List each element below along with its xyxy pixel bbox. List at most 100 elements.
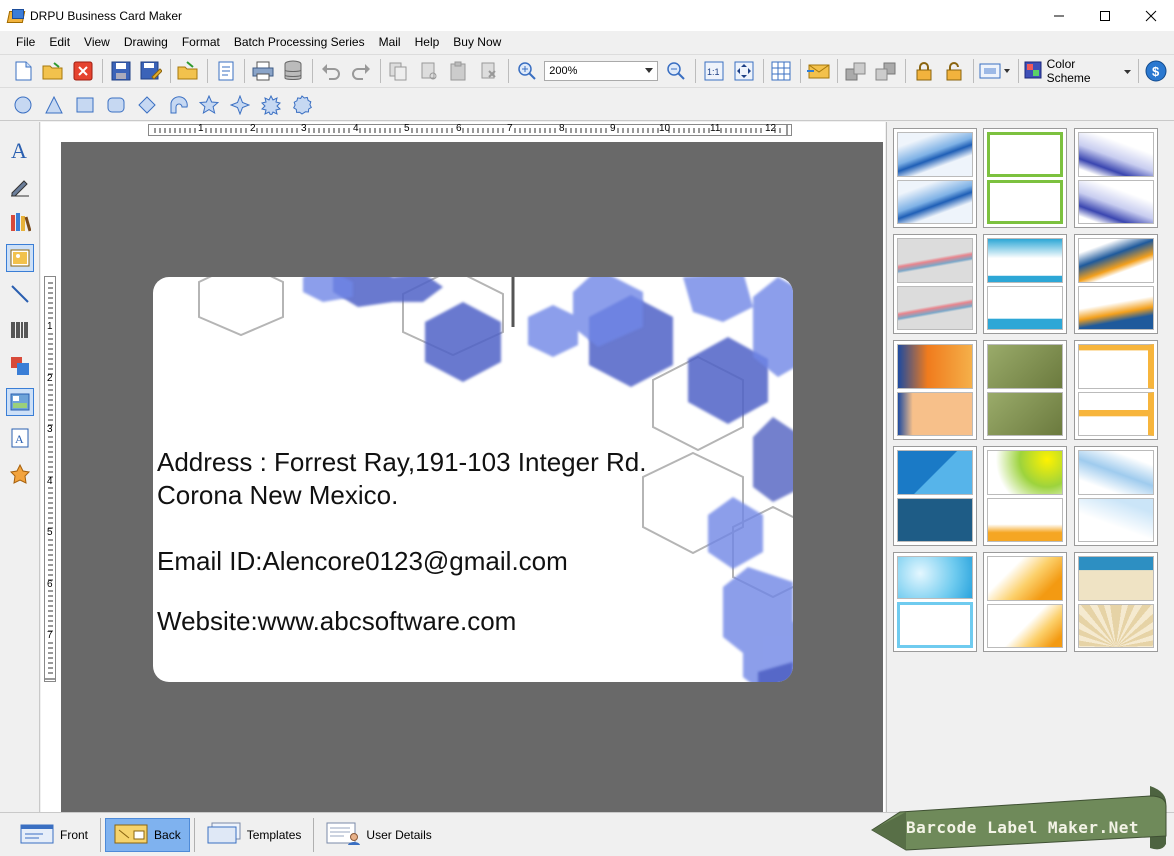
new-file-icon[interactable] [10, 58, 35, 84]
background-tool-icon[interactable] [5, 388, 34, 416]
burst-shape-icon[interactable] [258, 92, 284, 118]
mail-icon[interactable] [806, 58, 831, 84]
template-thumbnail[interactable] [1074, 552, 1158, 652]
send-backward-icon[interactable] [874, 58, 899, 84]
unlock-icon[interactable] [941, 58, 966, 84]
dollar-coin-icon[interactable]: $ [1144, 58, 1169, 84]
shapes-tool-icon[interactable] [6, 352, 34, 380]
paste-icon[interactable] [446, 58, 471, 84]
ruler-label: 7 [47, 630, 53, 641]
toolbar-separator [507, 59, 509, 83]
copy-icon[interactable] [386, 58, 411, 84]
template-thumbnail[interactable] [893, 446, 977, 546]
database-icon[interactable] [281, 58, 306, 84]
four-point-star-icon[interactable] [227, 92, 253, 118]
template-thumbnail[interactable] [893, 340, 977, 440]
menu-mail[interactable]: Mail [372, 35, 408, 49]
toolbar-separator [169, 59, 171, 83]
properties-icon[interactable] [213, 58, 238, 84]
lock-icon[interactable] [911, 58, 936, 84]
save-as-icon[interactable] [138, 58, 163, 84]
menu-file[interactable]: File [9, 35, 42, 49]
actual-size-icon[interactable]: 1:1 [701, 58, 726, 84]
zoom-out-icon[interactable] [664, 58, 689, 84]
align-dropdown-icon[interactable] [978, 58, 1011, 84]
template-thumbnail[interactable] [983, 552, 1067, 652]
template-thumbnail[interactable] [1074, 446, 1158, 546]
template-thumbnail[interactable] [983, 340, 1067, 440]
vertical-ruler: 1 2 3 4 5 6 7 [44, 276, 56, 682]
grid-icon[interactable] [769, 58, 794, 84]
toolbar-separator [694, 59, 696, 83]
close-button[interactable] [1128, 0, 1174, 31]
cut-icon[interactable] [416, 58, 441, 84]
menu-drawing[interactable]: Drawing [117, 35, 175, 49]
delete-icon[interactable] [477, 58, 502, 84]
card-website[interactable]: Website:www.abcsoftware.com [157, 605, 516, 638]
text-document-tool-icon[interactable]: A [6, 424, 34, 452]
template-thumbnail[interactable] [893, 234, 977, 334]
card-address-line1[interactable]: Address : Forrest Ray,191-103 Integer Rd… [157, 446, 646, 479]
export-icon[interactable] [176, 58, 201, 84]
menu-view[interactable]: View [77, 35, 117, 49]
toolbar-separator [762, 59, 764, 83]
maximize-button[interactable] [1082, 0, 1128, 31]
ruler-label: 11 [710, 123, 721, 134]
template-thumbnail[interactable] [1074, 234, 1158, 334]
open-folder-icon[interactable] [40, 58, 65, 84]
user-details-tab[interactable]: User Details [318, 818, 439, 852]
template-gallery-panel [886, 122, 1174, 812]
menu-edit[interactable]: Edit [42, 35, 77, 49]
close-file-icon[interactable] [71, 58, 96, 84]
rounded-rectangle-shape-icon[interactable] [103, 92, 129, 118]
back-tab[interactable]: Back [105, 817, 190, 852]
save-icon[interactable] [108, 58, 133, 84]
bring-forward-icon[interactable] [843, 58, 868, 84]
undo-icon[interactable] [318, 58, 343, 84]
template-thumbnail[interactable] [983, 234, 1067, 334]
pen-tool-icon[interactable] [6, 172, 34, 200]
ellipse-shape-icon[interactable] [10, 92, 36, 118]
front-tab[interactable]: Front [12, 818, 96, 852]
template-thumbnail[interactable] [893, 128, 977, 228]
card-back-icon [114, 822, 148, 847]
menu-buy-now[interactable]: Buy Now [446, 35, 508, 49]
toolbar-separator [904, 59, 906, 83]
template-thumbnail[interactable] [1074, 340, 1158, 440]
toolbar-separator [1017, 59, 1019, 83]
seal-shape-icon[interactable] [289, 92, 315, 118]
card-email[interactable]: Email ID:Alencore0123@gmail.com [157, 545, 568, 578]
symbol-tool-icon[interactable] [6, 460, 34, 488]
template-thumbnail[interactable] [1074, 128, 1158, 228]
menu-batch-processing[interactable]: Batch Processing Series [227, 35, 372, 49]
fit-to-window-icon[interactable] [731, 58, 756, 84]
menu-format[interactable]: Format [175, 35, 227, 49]
rectangle-shape-icon[interactable] [72, 92, 98, 118]
card-address-line2[interactable]: Corona New Mexico. [157, 479, 398, 512]
redo-icon[interactable] [348, 58, 373, 84]
template-thumbnail[interactable] [983, 446, 1067, 546]
barcode-tool-icon[interactable] [6, 316, 34, 344]
minimize-button[interactable] [1036, 0, 1082, 31]
line-tool-icon[interactable] [6, 280, 34, 308]
arc-shape-icon[interactable] [165, 92, 191, 118]
triangle-shape-icon[interactable] [41, 92, 67, 118]
ruler-label: 5 [47, 527, 53, 538]
templates-tab[interactable]: Templates [199, 818, 310, 852]
library-tool-icon[interactable] [6, 208, 34, 236]
diamond-shape-icon[interactable] [134, 92, 160, 118]
front-tab-label: Front [60, 827, 89, 842]
zoom-select[interactable]: 200% [544, 61, 658, 81]
bottom-separator [313, 817, 315, 852]
business-card[interactable]: Address : Forrest Ray,191-103 Integer Rd… [153, 277, 793, 682]
color-scheme-dropdown[interactable]: Color Scheme [1024, 57, 1131, 85]
text-tool-icon[interactable]: A [6, 136, 34, 164]
ruler-label: 1 [47, 321, 53, 332]
print-icon[interactable] [250, 58, 275, 84]
template-thumbnail[interactable] [893, 552, 977, 652]
image-tool-icon[interactable] [5, 244, 34, 272]
menu-help[interactable]: Help [408, 35, 447, 49]
zoom-in-icon[interactable] [514, 58, 539, 84]
template-thumbnail[interactable] [983, 128, 1067, 228]
star-shape-icon[interactable] [196, 92, 222, 118]
